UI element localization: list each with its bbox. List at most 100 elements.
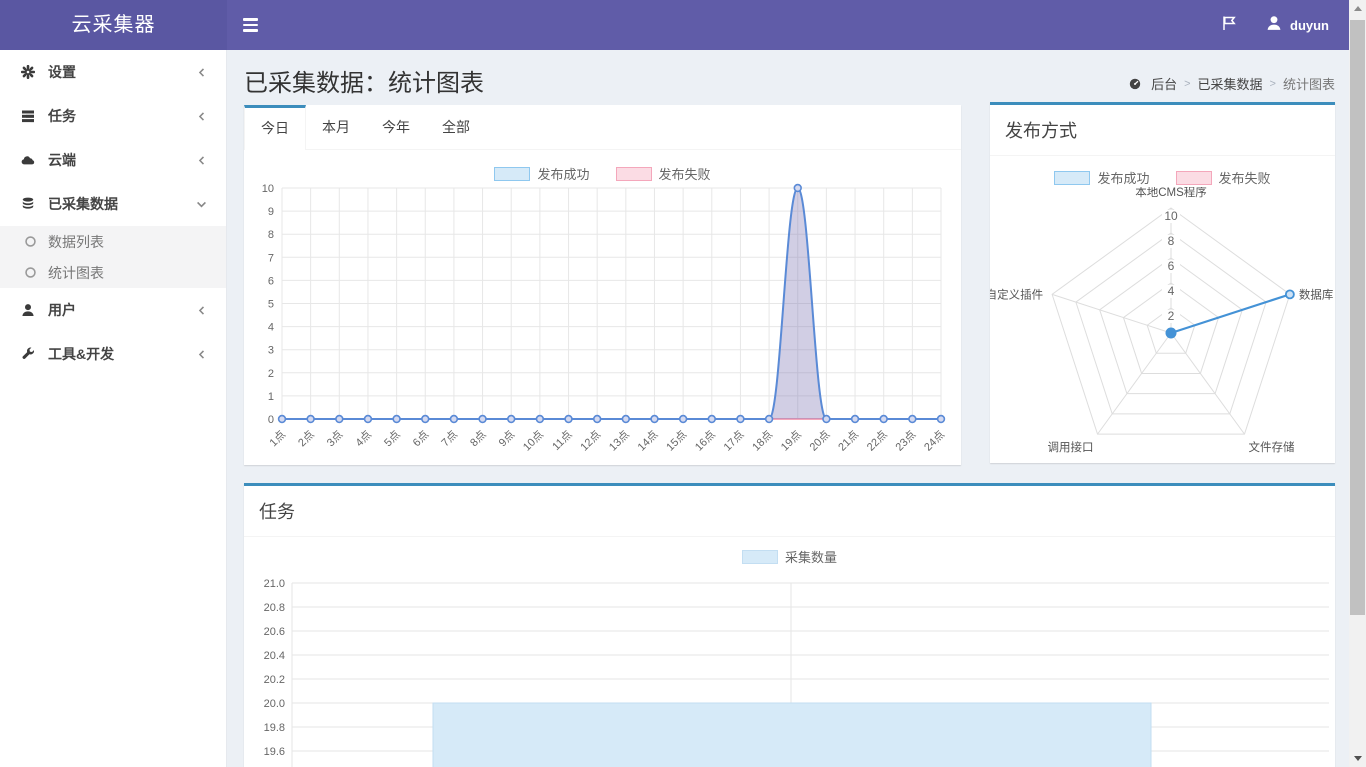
user-icon [20, 303, 36, 317]
sidebar-subitem-0[interactable]: 数据列表 [0, 226, 226, 257]
svg-text:7: 7 [268, 252, 274, 264]
svg-text:1点: 1点 [267, 428, 288, 449]
legend-swatch [1054, 171, 1090, 185]
flag-icon[interactable] [1221, 0, 1238, 50]
svg-text:21点: 21点 [836, 428, 862, 451]
legend-item[interactable]: 发布成功 [1054, 168, 1149, 187]
breadcrumb-item-1[interactable]: 已采集数据 [1198, 74, 1263, 93]
legend-item[interactable]: 发布成功 [494, 164, 589, 183]
svg-text:2: 2 [1168, 309, 1175, 323]
tab-今日[interactable]: 今日 [244, 105, 306, 150]
legend-item[interactable]: 发布失败 [1176, 168, 1271, 187]
angle-left-icon [196, 66, 208, 79]
sidebar-item-label: 云端 [48, 150, 196, 170]
breadcrumb-separator: > [1184, 78, 1190, 90]
legend-label: 发布成功 [537, 164, 589, 183]
publish-method-panel: 发布方式 发布成功发布失败 246810本地CMS程序数据库文件存储调用接口自定… [990, 102, 1335, 463]
scrollbar-thumb[interactable] [1350, 20, 1365, 615]
tab-全部[interactable]: 全部 [426, 105, 486, 150]
svg-text:4点: 4点 [353, 428, 374, 449]
sidebar-item-2[interactable]: 云端 [0, 138, 226, 182]
svg-text:2点: 2点 [295, 428, 316, 449]
page-title: 已采集数据：统计图表 [244, 63, 484, 98]
tasks-panel: 任务 采集数量 21.020.820.620.420.220.019.819.6… [244, 483, 1335, 767]
legend-item[interactable]: 发布失败 [616, 164, 711, 183]
svg-text:20点: 20点 [807, 428, 833, 451]
sidebar-item-0[interactable]: 设置 [0, 50, 226, 94]
svg-text:17点: 17点 [721, 428, 747, 451]
sidebar-item-label: 任务 [48, 106, 196, 126]
publish-line-chart: 0123456789101点2点3点4点5点6点7点8点9点10点11点12点1… [244, 183, 961, 451]
svg-text:9点: 9点 [496, 428, 517, 449]
tasks-icon [20, 109, 36, 123]
svg-text:10: 10 [1164, 209, 1178, 223]
sidebar-item-3[interactable]: 已采集数据 [0, 182, 226, 226]
svg-text:3点: 3点 [324, 428, 345, 449]
sidebar-item-label: 设置 [48, 62, 196, 82]
svg-text:20.6: 20.6 [264, 626, 285, 638]
svg-text:本地CMS程序: 本地CMS程序 [1135, 187, 1207, 199]
svg-text:23点: 23点 [893, 428, 919, 451]
sidebar-subitem-label: 数据列表 [48, 232, 104, 252]
sidebar-toggle-button[interactable] [243, 15, 263, 35]
tab-今年[interactable]: 今年 [366, 105, 426, 150]
scroll-down-icon[interactable] [1349, 750, 1366, 767]
svg-text:自定义插件: 自定义插件 [990, 287, 1043, 301]
main-content: 已采集数据：统计图表 后台>已采集数据>统计图表 今日本月今年全部 发布成功发布… [227, 50, 1349, 767]
svg-text:22点: 22点 [864, 428, 890, 451]
app-logo[interactable]: 云采集器 [0, 0, 227, 50]
line-chart-legend: 发布成功 发布失败 [244, 164, 961, 183]
tasks-bar-chart: 21.020.820.620.420.220.019.819.619.4 [244, 566, 1335, 767]
angle-left-icon [196, 348, 208, 361]
svg-text:10点: 10点 [520, 428, 546, 451]
sidebar-subitem-1[interactable]: 统计图表 [0, 257, 226, 288]
svg-text:19.6: 19.6 [264, 746, 285, 758]
sidebar-item-5[interactable]: 工具&开发 [0, 332, 226, 376]
bar-chart-legend: 采集数量 [244, 547, 1335, 566]
svg-text:20.0: 20.0 [264, 698, 285, 710]
legend-label: 发布成功 [1097, 168, 1149, 187]
dashboard-icon [1128, 77, 1142, 90]
svg-text:8: 8 [1168, 234, 1175, 248]
cloud-icon [20, 153, 36, 167]
svg-text:15点: 15点 [664, 428, 690, 451]
svg-text:7点: 7点 [439, 428, 460, 449]
svg-text:10: 10 [262, 183, 274, 195]
angle-down-icon [195, 198, 208, 211]
sidebar: 设置任务云端已采集数据数据列表统计图表用户工具&开发 [0, 50, 227, 767]
svg-text:6点: 6点 [410, 428, 431, 449]
svg-text:1: 1 [268, 391, 274, 403]
sidebar-item-4[interactable]: 用户 [0, 288, 226, 332]
angle-left-icon [196, 110, 208, 123]
vertical-scrollbar[interactable] [1349, 0, 1366, 767]
svg-text:5点: 5点 [381, 428, 402, 449]
scroll-up-icon[interactable] [1349, 0, 1366, 17]
svg-text:19.8: 19.8 [264, 722, 285, 734]
legend-item[interactable]: 采集数量 [742, 547, 837, 566]
gear-icon [20, 65, 36, 79]
sidebar-item-1[interactable]: 任务 [0, 94, 226, 138]
svg-text:11点: 11点 [550, 428, 575, 451]
svg-text:16点: 16点 [692, 428, 718, 451]
svg-text:调用接口: 调用接口 [1048, 441, 1094, 454]
tab-本月[interactable]: 本月 [306, 105, 366, 150]
top-navbar: 云采集器 duyun [0, 0, 1349, 50]
breadcrumb-item-0[interactable]: 后台 [1151, 74, 1177, 93]
sidebar-submenu: 数据列表统计图表 [0, 226, 226, 288]
user-menu[interactable]: duyun [1266, 0, 1329, 50]
wrench-icon [20, 347, 36, 361]
svg-text:8点: 8点 [467, 428, 488, 449]
flag-icon [1221, 15, 1238, 36]
svg-text:13点: 13点 [606, 428, 632, 451]
svg-text:6: 6 [268, 275, 274, 287]
sidebar-item-label: 用户 [48, 300, 196, 320]
legend-label: 发布失败 [659, 164, 711, 183]
svg-text:12点: 12点 [578, 428, 604, 451]
legend-swatch [1176, 171, 1212, 185]
angle-left-icon [196, 154, 208, 167]
panel-title: 发布方式 [990, 105, 1335, 156]
angle-left-icon [196, 304, 208, 317]
svg-text:0: 0 [268, 414, 274, 426]
legend-swatch [742, 550, 778, 564]
legend-swatch [494, 167, 530, 181]
